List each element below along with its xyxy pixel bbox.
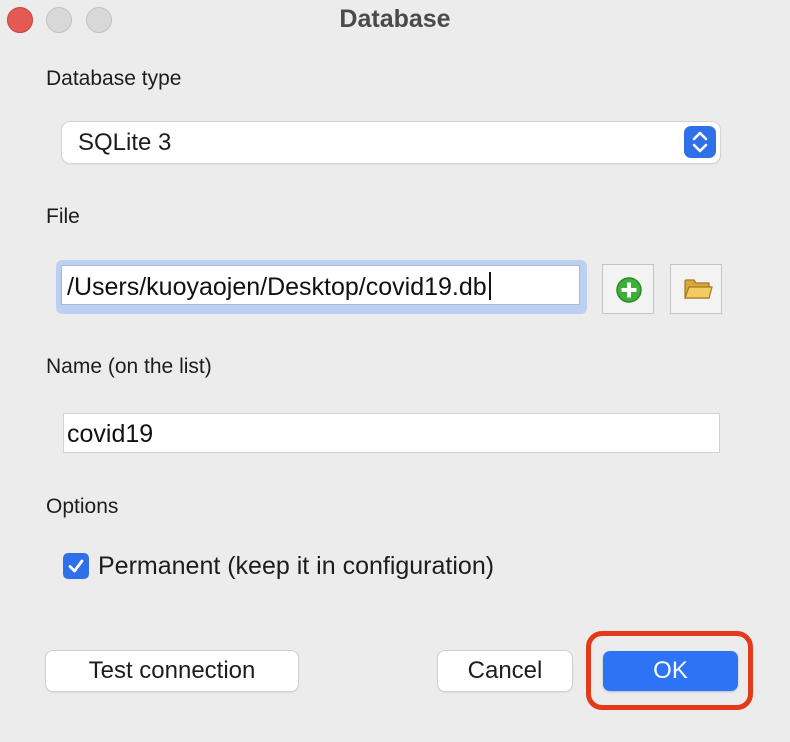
name-label: Name (on the list) xyxy=(46,355,212,378)
title-bar: Database xyxy=(0,0,790,40)
updown-chevron-icon xyxy=(684,126,716,158)
browse-file-button[interactable] xyxy=(670,264,722,314)
name-input[interactable]: covid19 xyxy=(63,413,720,453)
permanent-checkbox-label: Permanent (keep it in configuration) xyxy=(98,552,495,580)
file-label: File xyxy=(46,205,80,228)
new-database-file-button[interactable] xyxy=(602,264,654,314)
name-value: covid19 xyxy=(67,420,154,448)
database-type-value: SQLite 3 xyxy=(78,129,172,156)
file-input-focus-ring: /Users/kuoyaojen/Desktop/covid19.db xyxy=(56,260,587,314)
permanent-checkbox[interactable] xyxy=(63,553,89,579)
file-path-input[interactable]: /Users/kuoyaojen/Desktop/covid19.db xyxy=(61,265,580,305)
database-dialog: Database Database type SQLite 3 File /Us… xyxy=(0,0,790,742)
window-title: Database xyxy=(339,5,451,33)
cancel-button[interactable]: Cancel xyxy=(438,651,572,691)
test-connection-button[interactable]: Test connection xyxy=(46,651,298,691)
file-path-value: /Users/kuoyaojen/Desktop/covid19.db xyxy=(67,273,487,301)
ok-button[interactable]: OK xyxy=(603,651,738,691)
options-label: Options xyxy=(46,495,119,518)
text-caret xyxy=(488,272,491,300)
database-type-select[interactable]: SQLite 3 xyxy=(62,122,720,163)
database-type-label: Database type xyxy=(46,67,182,90)
